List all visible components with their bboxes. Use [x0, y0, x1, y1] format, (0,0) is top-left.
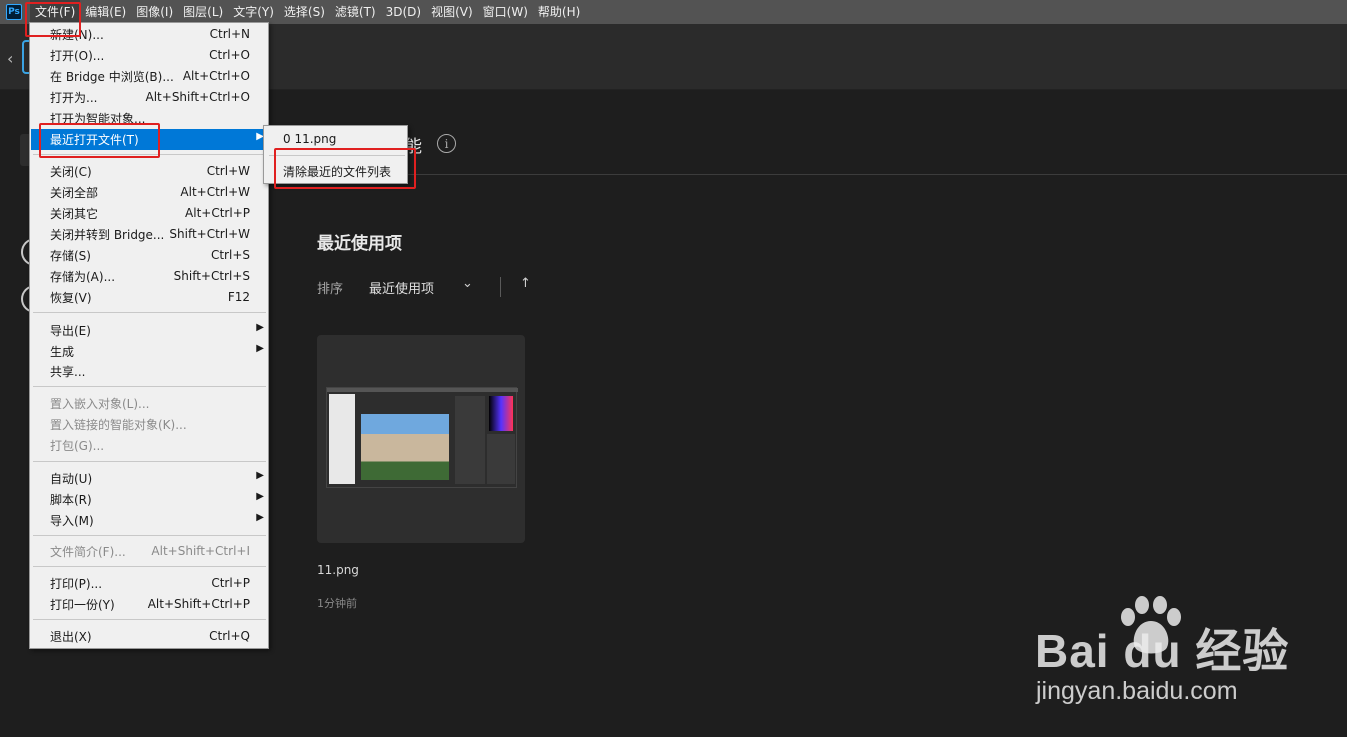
menu-item-exit[interactable]: 退出(X) Ctrl+Q	[31, 626, 268, 647]
menu-separator	[33, 535, 266, 536]
menu-item-browse-bridge[interactable]: 在 Bridge 中浏览(B)... Alt+Ctrl+O	[31, 66, 268, 87]
menu-view[interactable]: 视图(V)	[426, 0, 478, 24]
photoshop-logo-icon: Ps	[6, 4, 22, 20]
menu-item-automate[interactable]: 自动(U) ▶	[31, 468, 268, 489]
menu-select[interactable]: 选择(S)	[279, 0, 330, 24]
menu-item-open[interactable]: 打开(O)... Ctrl+O	[31, 45, 268, 66]
submenu-arrow-icon: ▶	[256, 512, 264, 523]
menu-item-file-info: 文件简介(F)... Alt+Shift+Ctrl+I	[50, 544, 250, 559]
recent-file-card[interactable]	[317, 335, 525, 543]
info-icon[interactable]: i	[437, 134, 456, 153]
sort-label: 排序	[317, 282, 344, 297]
thumbnail-detail	[489, 396, 513, 431]
menu-separator	[33, 386, 266, 387]
menu-item-revert[interactable]: 恢复(V) F12	[31, 287, 268, 308]
menu-item-print[interactable]: 打印(P)... Ctrl+P	[31, 573, 268, 594]
menu-separator	[33, 154, 266, 155]
thumbnail-detail	[329, 394, 355, 484]
submenu-arrow-icon: ▶	[256, 343, 264, 354]
menu-help[interactable]: 帮助(H)	[533, 0, 585, 24]
menu-item-export[interactable]: 导出(E) ▶	[31, 320, 268, 341]
recent-title: 最近使用项	[317, 234, 402, 254]
menu-separator	[33, 461, 266, 462]
watermark: Bai du 经验 jingyan.baidu.com	[1030, 595, 1330, 715]
menu-separator	[33, 566, 266, 567]
menu-item-new[interactable]: 新建(N)... Ctrl+N	[31, 24, 268, 45]
menu-item-share[interactable]: 共享...	[31, 361, 268, 382]
sort-ascending-icon[interactable]: ↑	[520, 276, 531, 291]
menu-item-save-as[interactable]: 存储为(A)... Shift+Ctrl+S	[31, 266, 268, 287]
menu-separator	[33, 619, 266, 620]
file-time: 1分钟前	[317, 597, 357, 610]
thumbnail-detail	[455, 396, 485, 484]
menu-item-import[interactable]: 导入(M) ▶	[31, 510, 268, 531]
menu-file[interactable]: 文件(F)	[30, 0, 81, 24]
file-menu-dropdown: 新建(N)... Ctrl+N 打开(O)... Ctrl+O 在 Bridge 中…	[29, 22, 269, 649]
thumbnail-photo	[361, 414, 449, 480]
menu-item-close-all[interactable]: 关闭全部 Alt+Ctrl+W	[31, 182, 268, 203]
menu-item-place-linked: 置入链接的智能对象(K)...	[50, 418, 187, 432]
watermark-logo-text: Bai du 经验	[1035, 625, 1290, 677]
menu-bar: Ps 文件(F) 编辑(E) 图像(I) 图层(L) 文字(Y) 选择(S) 滤…	[0, 0, 1347, 24]
recent-files-submenu: 0 11.png 清除最近的文件列表	[263, 125, 408, 184]
menu-layer[interactable]: 图层(L)	[178, 0, 228, 24]
file-thumbnail	[326, 387, 518, 488]
thumbnail-detail	[327, 388, 518, 392]
menu-item-close[interactable]: 关闭(C) Ctrl+W	[31, 161, 268, 182]
chevron-down-icon[interactable]: ⌄	[462, 276, 473, 291]
menu-item-generate[interactable]: 生成 ▶	[31, 341, 268, 362]
divider	[268, 174, 1347, 175]
menu-item-close-others[interactable]: 关闭其它 Alt+Ctrl+P	[31, 203, 268, 224]
menu-image[interactable]: 图像(I)	[131, 0, 178, 24]
menu-item-close-go-bridge[interactable]: 关闭并转到 Bridge... Shift+Ctrl+W	[31, 224, 268, 245]
menu-separator	[33, 312, 266, 313]
menu-separator	[269, 155, 405, 156]
menu-item-print-one[interactable]: 打印一份(Y) Alt+Shift+Ctrl+P	[31, 594, 268, 615]
menu-edit[interactable]: 编辑(E)	[80, 0, 131, 24]
sort-dropdown[interactable]: 最近使用项	[369, 278, 434, 297]
divider	[500, 277, 501, 297]
watermark-url: jingyan.baidu.com	[1036, 677, 1238, 705]
submenu-arrow-icon: ▶	[256, 470, 264, 481]
menu-filter[interactable]: 滤镜(T)	[330, 0, 381, 24]
menu-window[interactable]: 窗口(W)	[478, 0, 533, 24]
thumbnail-detail	[487, 434, 515, 484]
clear-recent-list-item[interactable]: 清除最近的文件列表	[265, 160, 406, 182]
file-name[interactable]: 11.png	[317, 563, 359, 577]
submenu-arrow-icon: ▶	[256, 491, 264, 502]
submenu-arrow-icon: ▶	[256, 322, 264, 333]
menu-item-save[interactable]: 存储(S) Ctrl+S	[31, 245, 268, 266]
menu-3d[interactable]: 3D(D)	[381, 0, 426, 24]
recent-file-item[interactable]: 0 11.png	[265, 128, 406, 150]
menu-type[interactable]: 文字(Y)	[228, 0, 279, 24]
menu-item-place-embedded: 置入嵌入对象(L)...	[50, 397, 150, 411]
menu-item-package: 打包(G)...	[50, 439, 105, 453]
menu-item-recent-files[interactable]: 最近打开文件(T) ▶	[31, 129, 268, 150]
menu-item-scripts[interactable]: 脚本(R) ▶	[31, 489, 268, 510]
menu-item-open-as[interactable]: 打开为... Alt+Shift+Ctrl+O	[31, 87, 268, 108]
back-chevron-icon[interactable]: ‹	[7, 49, 13, 68]
menu-item-open-smart-object[interactable]: 打开为智能对象...	[31, 108, 268, 129]
